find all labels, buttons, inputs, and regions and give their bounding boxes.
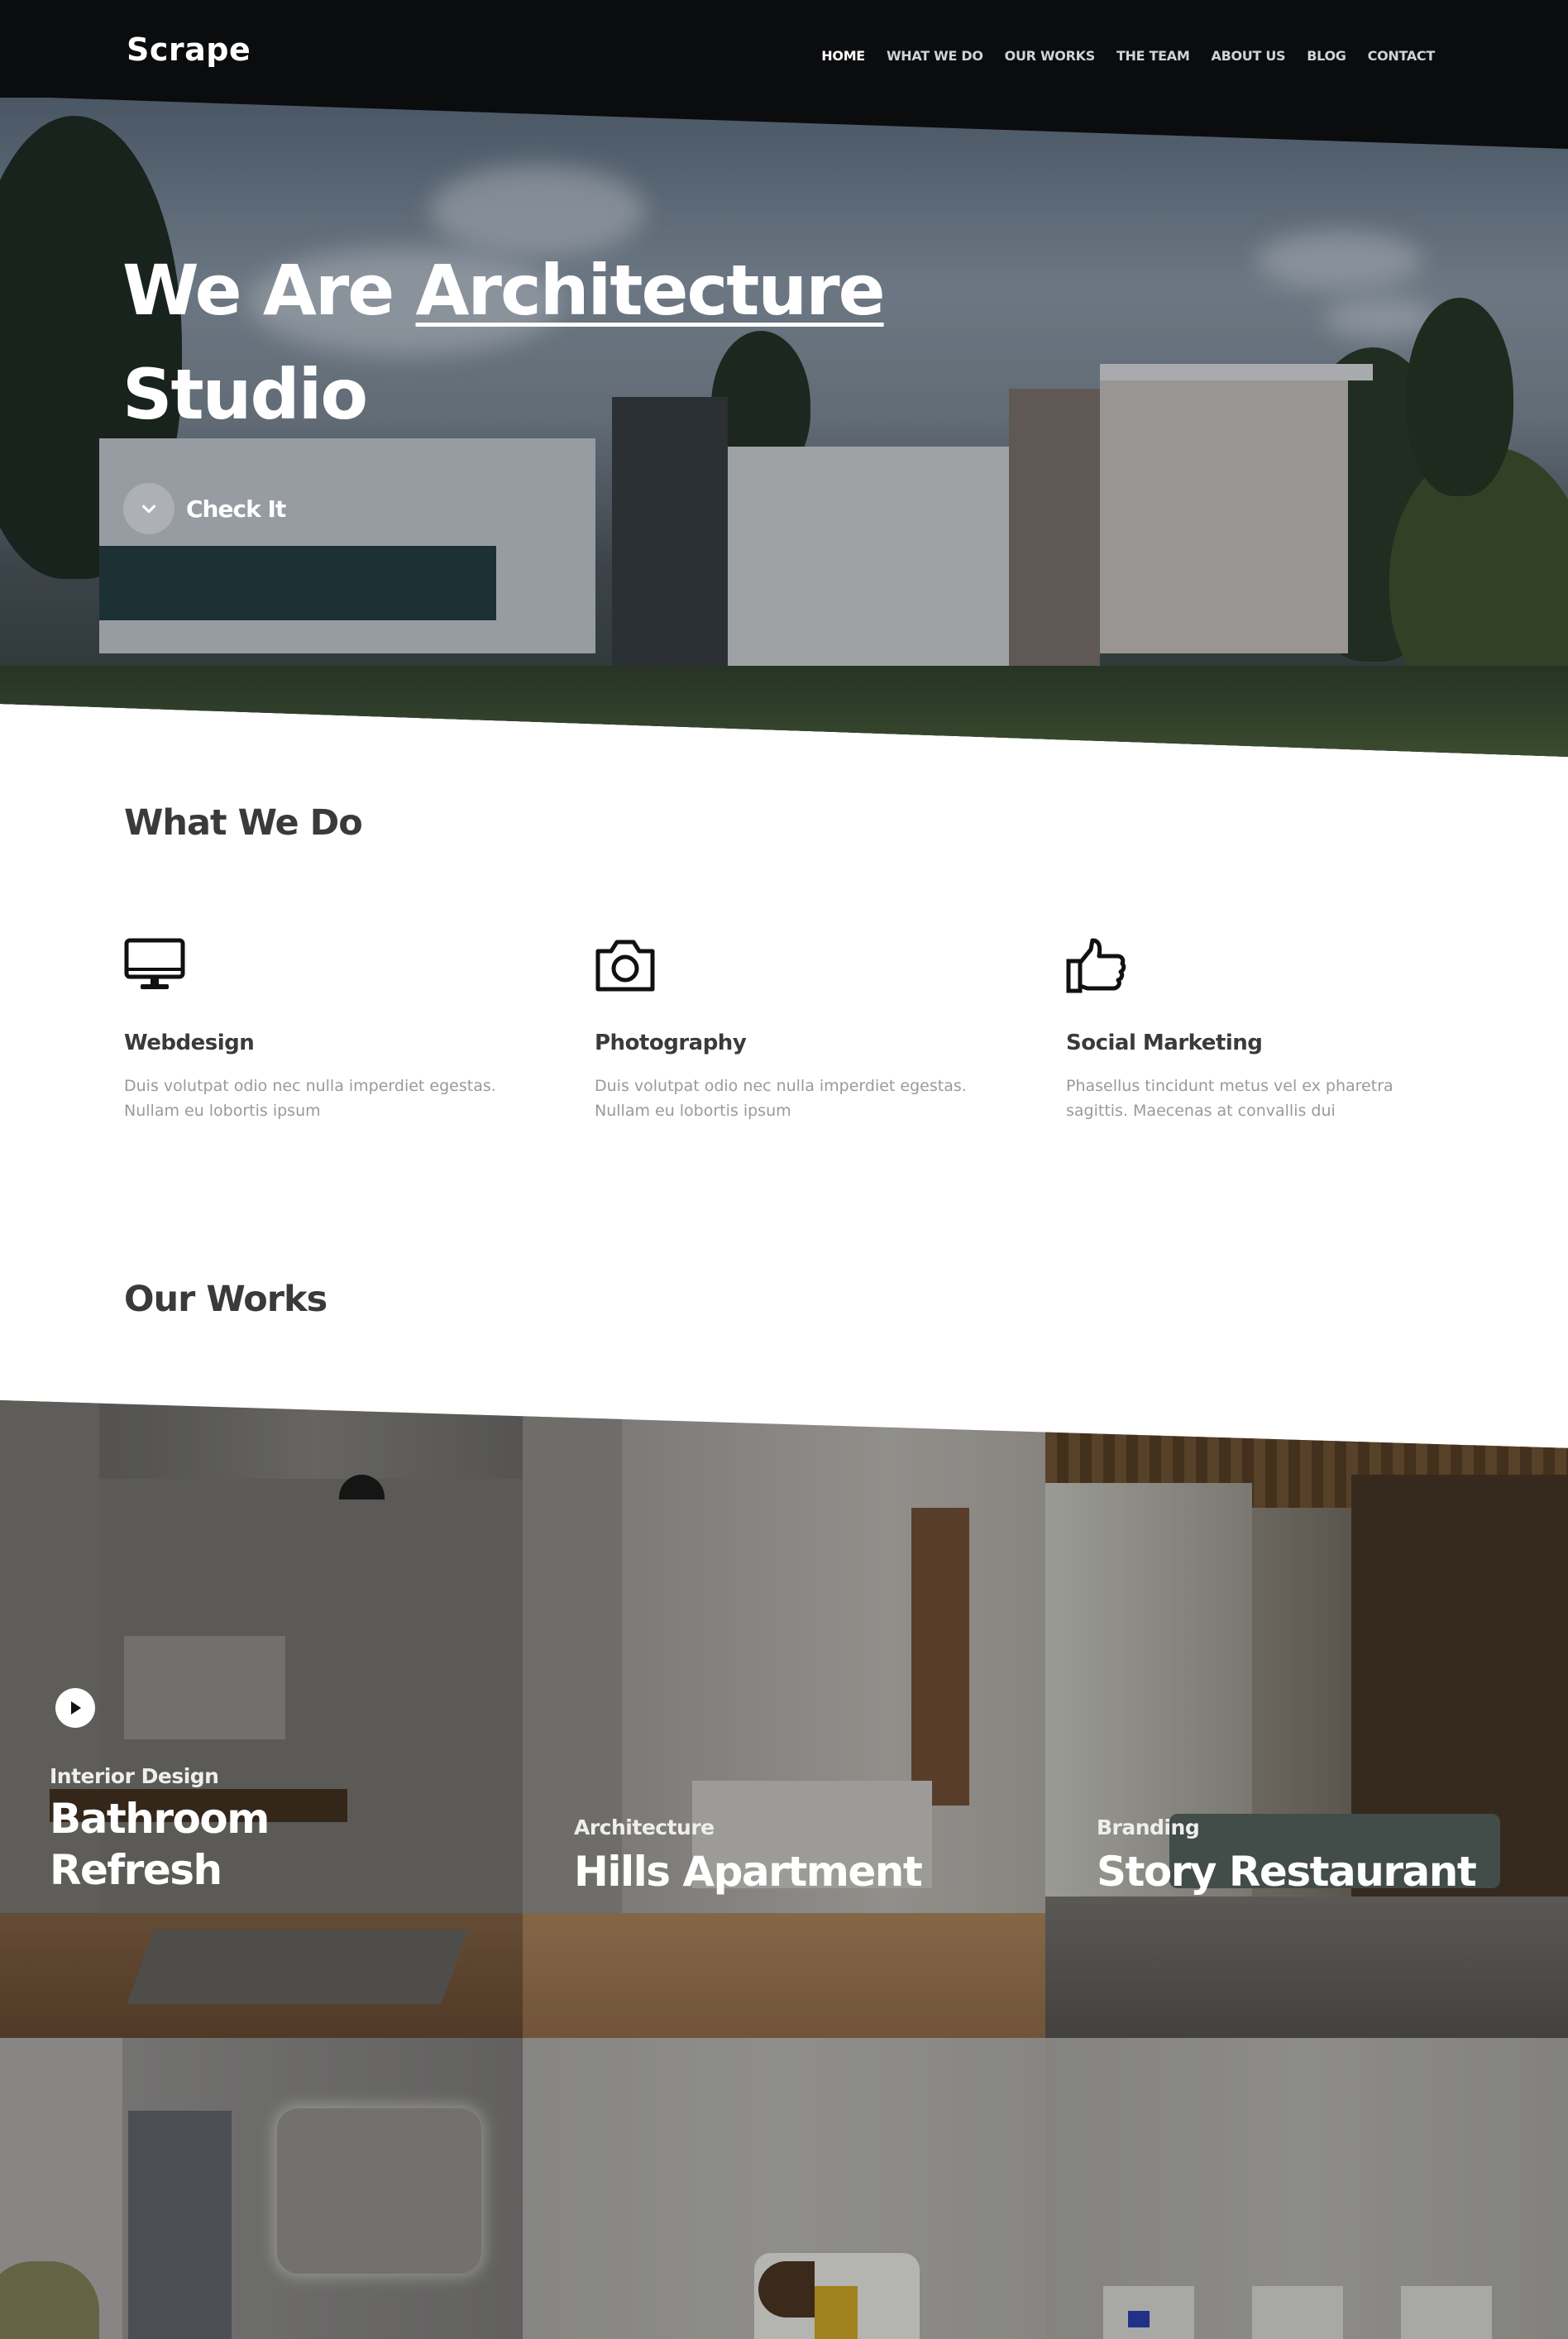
works-grid: Interior Design Bathroom Refresh Archite… <box>0 1400 1568 2339</box>
work-title: Hills Apartment <box>574 1848 923 1896</box>
service-social-marketing: Social Marketing Phasellus tincidunt met… <box>1066 938 1480 1123</box>
service-webdesign: Webdesign Duis volutpat odio nec nulla i… <box>124 938 538 1123</box>
nav-the-team[interactable]: THE TEAM <box>1116 48 1190 64</box>
work-tile-story-restaurant[interactable]: Branding Story Restaurant <box>1045 1400 1568 2038</box>
service-title: Webdesign <box>124 1031 255 1055</box>
nav-blog[interactable]: BLOG <box>1307 48 1346 64</box>
what-we-do-title: What We Do <box>124 802 363 844</box>
play-icon[interactable] <box>55 1688 95 1728</box>
work-tile-shade <box>523 1400 1045 2038</box>
hero-title: We Are Architecture Studio <box>122 238 1032 447</box>
nav-home[interactable]: HOME <box>821 48 865 64</box>
work-title: Story Restaurant <box>1097 1848 1477 1896</box>
service-title: Photography <box>595 1031 747 1055</box>
work-tile-shade <box>1045 1400 1568 2038</box>
main-nav: HOME WHAT WE DO OUR WORKS THE TEAM ABOUT… <box>821 48 1435 64</box>
work-tile-row2-2[interactable] <box>523 2038 1045 2339</box>
service-description: Phasellus tincidunt metus vel ex pharetr… <box>1066 1077 1394 1120</box>
service-title: Social Marketing <box>1066 1031 1263 1055</box>
nav-about-us[interactable]: ABOUT US <box>1212 48 1286 64</box>
nav-what-we-do[interactable]: WHAT WE DO <box>887 48 983 64</box>
check-it-button[interactable]: Check It <box>123 483 286 534</box>
hero-section: Scrape HOME WHAT WE DO OUR WORKS THE TEA… <box>0 0 1568 757</box>
thumbs-up-icon <box>1066 938 1127 994</box>
work-category: Interior Design <box>50 1764 219 1788</box>
work-title: Bathroom Refresh <box>50 1795 270 1894</box>
nav-our-works[interactable]: OUR WORKS <box>1005 48 1096 64</box>
work-tile-row2-1[interactable] <box>0 2038 523 2339</box>
work-tile-hills-apartment[interactable]: Architecture Hills Apartment <box>523 1400 1045 2038</box>
service-description: Duis volutpat odio nec nulla imperdiet e… <box>124 1077 496 1120</box>
hero-title-highlight: Architecture <box>415 250 886 331</box>
service-photography: Photography Duis volutpat odio nec nulla… <box>595 938 1008 1123</box>
work-tile-row2-3[interactable] <box>1045 2038 1568 2339</box>
nav-contact[interactable]: CONTACT <box>1368 48 1436 64</box>
monitor-icon <box>124 938 185 994</box>
work-tile-shade <box>523 2038 1045 2339</box>
site-logo[interactable]: Scrape <box>127 31 251 68</box>
chevron-down-icon <box>123 483 174 534</box>
work-tile-shade <box>0 2038 523 2339</box>
hero-title-suffix: Studio <box>122 354 368 435</box>
hero-title-prefix: We Are <box>122 250 416 331</box>
service-description: Duis volutpat odio nec nulla imperdiet e… <box>595 1077 967 1120</box>
our-works-title: Our Works <box>124 1279 327 1320</box>
work-category: Architecture <box>574 1815 715 1839</box>
check-it-label: Check It <box>186 495 286 523</box>
work-category: Branding <box>1097 1815 1200 1839</box>
work-tile-bathroom-refresh[interactable]: Interior Design Bathroom Refresh <box>0 1400 523 2038</box>
work-tile-shade <box>1045 2038 1568 2339</box>
camera-icon <box>595 938 656 994</box>
